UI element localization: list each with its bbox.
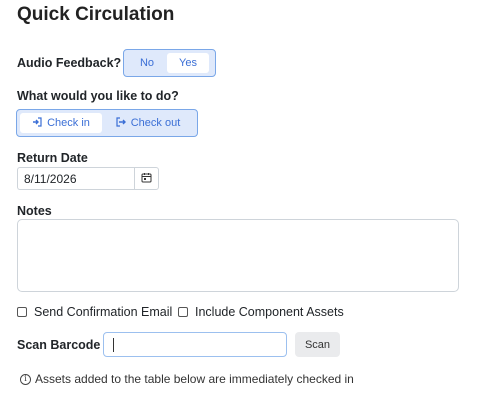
- info-icon: i: [20, 373, 31, 385]
- sign-out-icon: [116, 116, 126, 130]
- calendar-button[interactable]: [134, 167, 159, 190]
- audio-no-option[interactable]: No: [127, 53, 167, 73]
- info-message: i Assets added to the table below are im…: [20, 372, 354, 386]
- scan-barcode-input[interactable]: [103, 332, 287, 357]
- include-components-label: Include Component Assets: [195, 305, 344, 319]
- action-toggle: Check in Check out: [16, 109, 198, 137]
- sign-in-icon: [32, 116, 42, 130]
- send-email-checkbox[interactable]: [17, 307, 27, 317]
- send-email-label: Send Confirmation Email: [34, 305, 173, 319]
- return-date-label: Return Date: [17, 151, 88, 165]
- page-title: Quick Circulation: [17, 4, 175, 25]
- calendar-icon: [141, 170, 152, 188]
- scan-barcode-label: Scan Barcode: [17, 338, 101, 352]
- action-label: What would you like to do?: [17, 89, 179, 103]
- scan-button[interactable]: Scan: [295, 332, 340, 357]
- check-out-option[interactable]: Check out: [102, 113, 194, 133]
- check-out-label: Check out: [130, 117, 181, 129]
- include-components-checkbox[interactable]: [178, 307, 188, 317]
- text-caret: [113, 338, 114, 352]
- check-in-label: Check in: [47, 117, 90, 129]
- info-text: Assets added to the table below are imme…: [35, 372, 354, 386]
- audio-yes-option[interactable]: Yes: [167, 53, 209, 73]
- audio-feedback-label: Audio Feedback?: [17, 56, 122, 70]
- check-in-option[interactable]: Check in: [20, 113, 102, 133]
- notes-label: Notes: [17, 204, 52, 218]
- send-email-checkbox-row[interactable]: Send Confirmation Email: [17, 305, 172, 319]
- audio-feedback-toggle: No Yes: [123, 49, 216, 77]
- return-date-input[interactable]: 8/11/2026: [17, 167, 135, 190]
- notes-textarea[interactable]: [17, 219, 459, 292]
- include-components-checkbox-row[interactable]: Include Component Assets: [178, 305, 344, 319]
